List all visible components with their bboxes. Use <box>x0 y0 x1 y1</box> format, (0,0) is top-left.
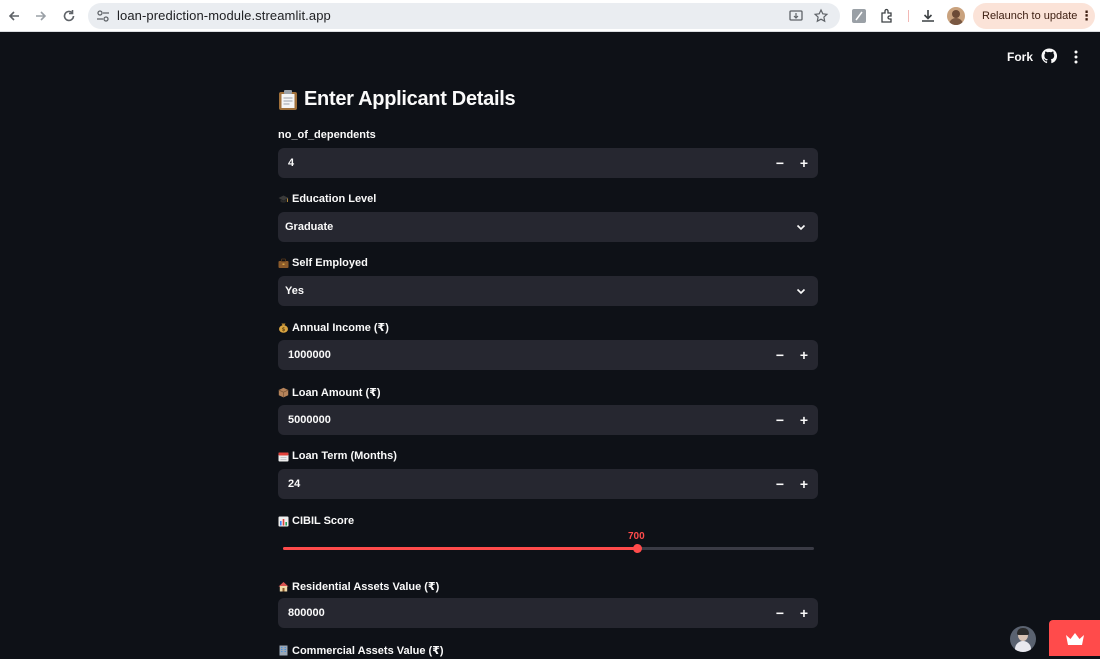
residential-increment-button[interactable]: + <box>792 598 816 628</box>
education-select[interactable]: Graduate <box>278 212 818 242</box>
dependents-label-text: no_of_dependents <box>278 129 376 141</box>
crown-icon <box>1066 633 1084 645</box>
page-title: Enter Applicant Details <box>278 88 516 111</box>
money-bag-icon: $ <box>278 322 289 333</box>
page-title-text: Enter Applicant Details <box>304 88 516 110</box>
cibil-slider-value: 700 <box>628 531 645 542</box>
forward-icon[interactable] <box>31 6 51 26</box>
toolbar-divider <box>908 10 909 22</box>
loan-amount-input[interactable]: 5000000 − + <box>278 405 818 435</box>
loan-term-increment-button[interactable]: + <box>792 469 816 499</box>
loan-term-label: Loan Term (Months) <box>278 450 397 462</box>
loan-amount-increment-button[interactable]: + <box>792 405 816 435</box>
extension-icon[interactable] <box>850 7 868 25</box>
puzzle-extensions-icon[interactable] <box>878 7 896 25</box>
cibil-label-text: CIBIL Score <box>292 515 355 527</box>
streamlit-hosted-badge[interactable] <box>1049 620 1100 656</box>
relaunch-button[interactable]: Relaunch to update ⋮ <box>973 3 1095 29</box>
self-employed-label-text: Self Employed <box>292 257 368 269</box>
education-value[interactable]: Graduate <box>285 221 333 233</box>
self-employed-label: Self Employed <box>278 257 368 269</box>
calendar-icon <box>278 451 289 462</box>
income-decrement-button[interactable]: − <box>768 340 792 370</box>
bar-chart-icon <box>278 516 289 527</box>
loan-term-decrement-button[interactable]: − <box>768 469 792 499</box>
url-text[interactable]: loan-prediction-module.streamlit.app <box>117 8 331 23</box>
back-icon[interactable] <box>4 6 24 26</box>
cibil-slider-thumb[interactable] <box>633 544 642 553</box>
residential-label-text: Residential Assets Value (₹) <box>292 581 440 593</box>
package-icon <box>278 387 289 398</box>
commercial-label-text: Commercial Assets Value (₹) <box>292 645 444 657</box>
cibil-slider-fill <box>283 547 637 550</box>
loan-term-value[interactable]: 24 <box>288 478 300 490</box>
main-menu-icon[interactable] <box>1072 49 1080 65</box>
income-value[interactable]: 1000000 <box>288 349 331 361</box>
income-input[interactable]: 1000000 − + <box>278 340 818 370</box>
clipboard-icon <box>278 89 298 111</box>
house-icon <box>278 581 289 592</box>
education-label-text: Education Level <box>292 193 377 205</box>
dependents-value[interactable]: 4 <box>288 157 294 169</box>
self-employed-value[interactable]: Yes <box>285 285 304 297</box>
download-icon[interactable] <box>919 7 937 25</box>
reload-icon[interactable] <box>59 6 79 26</box>
creator-avatar[interactable] <box>1010 626 1036 652</box>
profile-avatar[interactable] <box>947 7 965 25</box>
chevron-down-icon[interactable] <box>796 222 806 232</box>
loan-amount-label-text: Loan Amount (₹) <box>292 387 381 399</box>
graduation-cap-icon <box>278 194 289 205</box>
residential-value[interactable]: 800000 <box>288 607 325 619</box>
fork-button[interactable]: Fork <box>1007 50 1033 64</box>
loan-amount-decrement-button[interactable]: − <box>768 405 792 435</box>
residential-input[interactable]: 800000 − + <box>278 598 818 628</box>
commercial-label: Commercial Assets Value (₹) <box>278 644 444 657</box>
income-increment-button[interactable]: + <box>792 340 816 370</box>
dependents-increment-button[interactable]: + <box>792 148 816 178</box>
income-label: $ Annual Income (₹) <box>278 321 389 334</box>
briefcase-icon <box>278 258 289 269</box>
loan-term-label-text: Loan Term (Months) <box>292 450 397 462</box>
svg-text:$: $ <box>282 327 286 333</box>
office-building-icon <box>278 645 289 656</box>
site-settings-icon[interactable] <box>96 9 110 23</box>
education-label: Education Level <box>278 193 376 205</box>
github-icon[interactable] <box>1041 48 1057 64</box>
bookmark-star-icon[interactable] <box>813 8 829 24</box>
install-app-icon[interactable] <box>788 8 804 24</box>
income-label-text: Annual Income (₹) <box>292 322 389 334</box>
browser-toolbar: loan-prediction-module.streamlit.app Rel… <box>0 0 1100 32</box>
residential-decrement-button[interactable]: − <box>768 598 792 628</box>
cibil-slider-track[interactable] <box>283 544 814 553</box>
dependents-input[interactable]: 4 − + <box>278 148 818 178</box>
loan-amount-label: Loan Amount (₹) <box>278 386 381 399</box>
loan-amount-value[interactable]: 5000000 <box>288 414 331 426</box>
relaunch-label: Relaunch to update <box>982 10 1078 22</box>
more-vert-icon: ⋮ <box>1080 8 1093 23</box>
chevron-down-icon[interactable] <box>796 286 806 296</box>
address-bar[interactable]: loan-prediction-module.streamlit.app <box>88 3 840 29</box>
dependents-label: no_of_dependents <box>278 129 376 141</box>
dependents-decrement-button[interactable]: − <box>768 148 792 178</box>
self-employed-select[interactable]: Yes <box>278 276 818 306</box>
loan-term-input[interactable]: 24 − + <box>278 469 818 499</box>
residential-label: Residential Assets Value (₹) <box>278 580 439 593</box>
cibil-label: CIBIL Score <box>278 515 354 527</box>
